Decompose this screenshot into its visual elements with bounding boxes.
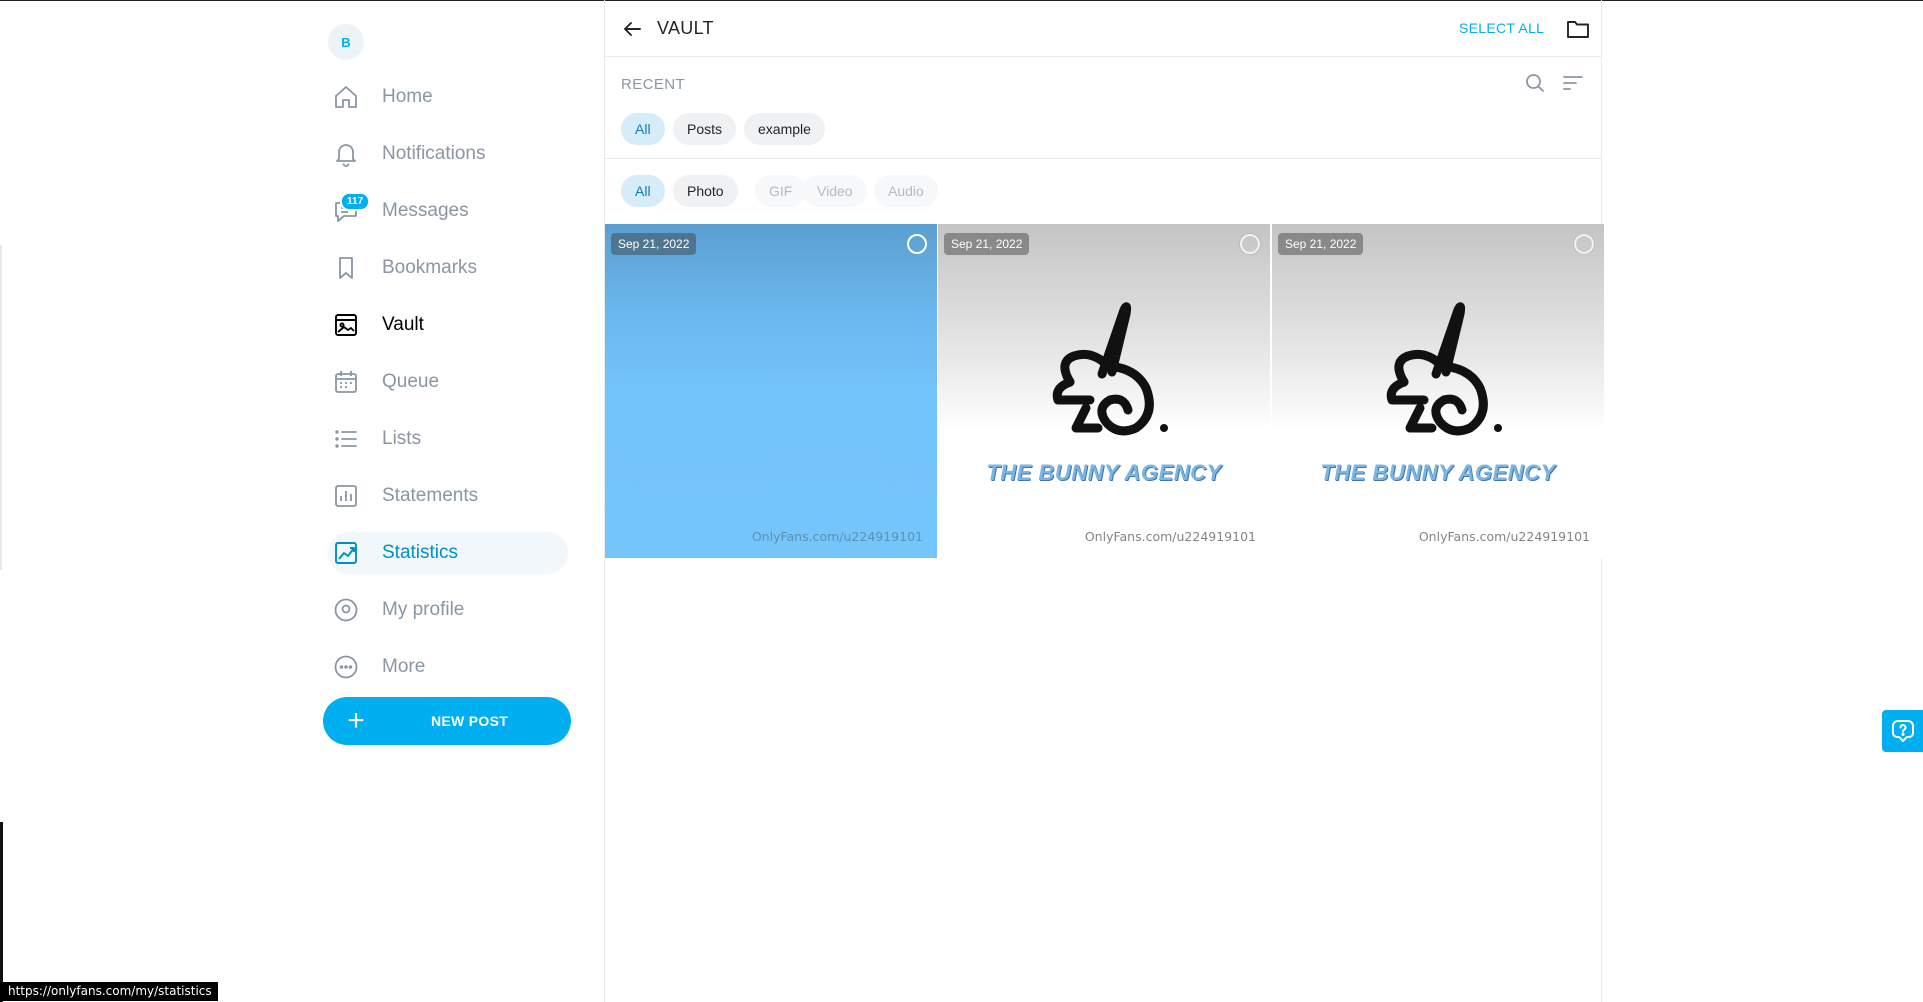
sidebar-item-my-profile[interactable]: My profile (328, 589, 578, 631)
sidebar-item-label: Statistics (382, 542, 459, 563)
vault-panel: VAULT SELECT ALL RECENT All Posts exampl… (604, 0, 1604, 1002)
bunny-logo-icon (1052, 302, 1168, 436)
sidebar-item-notifications[interactable]: Notifications (328, 133, 578, 175)
sidebar-item-label: Bookmarks (382, 257, 478, 278)
media-watermark: OnlyFans.com/u224919101 (1084, 529, 1256, 544)
new-post-button[interactable]: + NEW POST (323, 697, 571, 745)
help-icon (1891, 720, 1914, 742)
sidebar-item-label: Statements (382, 485, 479, 506)
status-bar-url: https://onlyfans.com/my/statistics (0, 982, 218, 1001)
sidebar-item-label: Notifications (382, 143, 486, 164)
back-arrow-icon[interactable] (620, 17, 644, 41)
plus-icon: + (347, 704, 365, 737)
calendar-icon (332, 368, 360, 396)
sidebar-item-vault[interactable]: Vault (328, 304, 578, 346)
sidebar-item-statements[interactable]: Statements (328, 475, 578, 517)
chart-icon (332, 539, 360, 567)
new-post-label: NEW POST (431, 713, 509, 729)
media-date-badge: Sep 21, 2022 (611, 233, 697, 255)
type-chip-video[interactable]: Video (803, 175, 867, 207)
bunny-logo-icon (1386, 302, 1502, 436)
chat-icon: 117 (332, 192, 371, 225)
filter-chip-all[interactable]: All (621, 113, 665, 145)
folder-icon[interactable] (1565, 16, 1591, 42)
list-icon (332, 425, 360, 453)
sidebar-item-bookmarks[interactable]: Bookmarks (328, 247, 578, 289)
select-checkbox[interactable] (1240, 234, 1260, 254)
select-all-button[interactable]: SELECT ALL (1459, 20, 1544, 36)
sidebar-item-more[interactable]: More (328, 646, 578, 688)
bookmark-icon (332, 254, 360, 282)
select-checkbox[interactable] (907, 234, 927, 254)
type-chip-gif[interactable]: GIF (755, 175, 807, 207)
media-watermark: OnlyFans.com/u224919101 (751, 529, 923, 544)
sidebar-item-statistics[interactable]: Statistics (328, 532, 568, 574)
media-date-badge: Sep 21, 2022 (1278, 233, 1364, 255)
vault-icon (332, 311, 360, 339)
select-checkbox[interactable] (1574, 234, 1594, 254)
statements-icon (332, 482, 360, 510)
media-grid: Sep 21, 2022 OnlyFans.com/u224919101 Sep… (605, 224, 1604, 558)
section-divider (605, 158, 1602, 159)
agency-logo-text: THE BUNNY AGENCY (1320, 460, 1556, 485)
sidebar-item-messages[interactable]: 117 Messages (328, 190, 578, 232)
filter-chip-posts[interactable]: Posts (673, 113, 737, 145)
left-edge-dark-strip (0, 822, 3, 1002)
sidebar-item-label: Home (382, 86, 433, 107)
filter-chip-example[interactable]: example (744, 113, 825, 145)
sidebar-item-queue[interactable]: Queue (328, 361, 578, 403)
type-chip-all[interactable]: All (621, 175, 665, 207)
page-title: VAULT (657, 18, 714, 38)
home-icon (332, 83, 360, 111)
sidebar-item-label: Vault (382, 314, 424, 335)
sidebar-item-label: Queue (382, 371, 440, 392)
help-button[interactable] (1882, 710, 1923, 752)
sort-icon[interactable] (1561, 71, 1585, 95)
sidebar-item-label: My profile (382, 599, 465, 620)
sidebar: B Home Notifications 117 Messages Bookma… (320, 0, 605, 1002)
search-icon[interactable] (1523, 71, 1547, 95)
more-icon (332, 653, 360, 681)
media-tile[interactable]: Sep 21, 2022 THE BUNNY AGENCY OnlyFans.c… (1272, 224, 1604, 558)
vault-header: VAULT SELECT ALL (605, 0, 1602, 57)
media-watermark: OnlyFans.com/u224919101 (1418, 529, 1590, 544)
sidebar-item-label: Lists (382, 428, 422, 449)
type-chip-audio[interactable]: Audio (874, 175, 938, 207)
agency-logo-text: THE BUNNY AGENCY (986, 460, 1222, 485)
media-tile[interactable]: Sep 21, 2022 OnlyFans.com/u224919101 (605, 224, 937, 558)
left-edge-strip (0, 245, 2, 570)
media-date-badge: Sep 21, 2022 (944, 233, 1030, 255)
sidebar-item-label: Messages (382, 200, 469, 221)
sidebar-item-lists[interactable]: Lists (328, 418, 578, 460)
avatar[interactable]: B (328, 24, 364, 60)
media-tile[interactable]: Sep 21, 2022 THE BUNNY AGENCY OnlyFans.c… (938, 224, 1270, 558)
profile-icon (332, 596, 360, 624)
bell-icon (332, 140, 360, 168)
type-chip-photo[interactable]: Photo (673, 175, 738, 207)
sidebar-item-home[interactable]: Home (328, 76, 578, 118)
messages-count-badge: 117 (340, 192, 371, 211)
recent-section-label: RECENT (621, 76, 686, 93)
sidebar-item-label: More (382, 656, 426, 677)
